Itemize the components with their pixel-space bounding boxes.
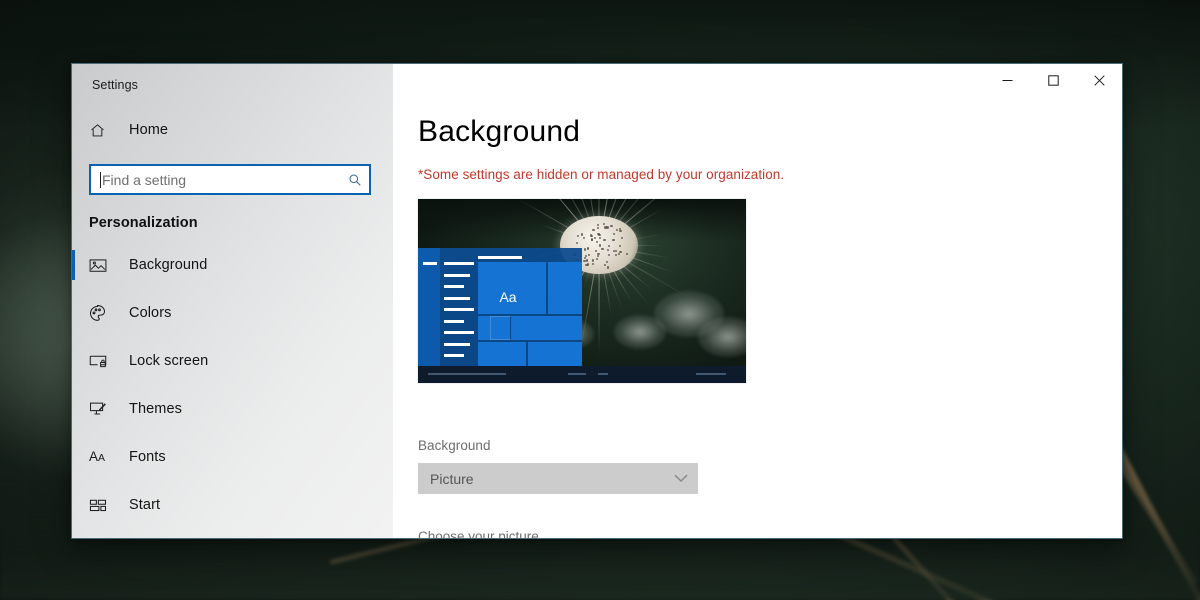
preview-seed-dot bbox=[592, 259, 594, 261]
minimize-button[interactable] bbox=[984, 64, 1030, 96]
preview-list-bar bbox=[444, 331, 474, 334]
preview-list-bar bbox=[444, 308, 474, 311]
preview-fluff bbox=[614, 315, 666, 349]
preview-tile-small-b bbox=[512, 316, 582, 340]
preview-seed-dot bbox=[612, 239, 614, 241]
picture-icon bbox=[89, 258, 115, 273]
sidebar-item-colors-label: Colors bbox=[129, 305, 172, 321]
preview-taskbar-line-d bbox=[696, 373, 726, 375]
preview-seed-dot bbox=[601, 248, 603, 250]
search-box[interactable] bbox=[89, 164, 371, 195]
palette-icon bbox=[89, 305, 115, 322]
preview-rail-bar bbox=[423, 262, 437, 265]
chevron-down-icon bbox=[674, 474, 688, 483]
settings-sidebar: Settings Home Find a setting Personaliza… bbox=[72, 64, 393, 538]
org-policy-warning: *Some settings are hidden or managed by … bbox=[418, 167, 1122, 182]
sidebar-item-background-label: Background bbox=[129, 257, 207, 273]
search-container bbox=[72, 154, 393, 203]
sidebar-item-lock-screen-label: Lock screen bbox=[129, 353, 208, 369]
preview-list-bar bbox=[444, 354, 464, 357]
preview-seed-dot bbox=[606, 226, 608, 228]
preview-start-rail bbox=[418, 248, 440, 366]
sidebar-item-fonts-label: Fonts bbox=[129, 449, 166, 465]
close-button[interactable] bbox=[1076, 64, 1122, 96]
home-icon bbox=[89, 122, 115, 139]
preview-taskbar bbox=[418, 366, 746, 383]
preview-seed-dot bbox=[585, 255, 587, 257]
preview-tile-small-c bbox=[478, 342, 526, 366]
preview-seed-dot bbox=[587, 263, 589, 265]
preview-list-bar bbox=[444, 297, 470, 300]
maximize-button[interactable] bbox=[1030, 64, 1076, 96]
choose-picture-label: Choose your picture bbox=[418, 529, 1122, 538]
preview-seed-dot bbox=[581, 233, 583, 235]
sidebar-item-themes-label: Themes bbox=[129, 401, 182, 417]
sidebar-item-background[interactable]: Background bbox=[72, 241, 393, 289]
page-title: Background bbox=[418, 117, 1122, 147]
preview-tile-right bbox=[548, 262, 582, 314]
preview-seed-dot bbox=[626, 253, 628, 255]
preview-seed-dot bbox=[604, 264, 606, 266]
start-tiles-icon bbox=[89, 498, 115, 513]
lock-screen-icon bbox=[89, 354, 115, 369]
content-inner: Background *Some settings are hidden or … bbox=[393, 64, 1122, 538]
fonts-aa-icon: AA bbox=[89, 450, 115, 464]
preview-seed-dot bbox=[610, 225, 612, 227]
preview-seed-dot bbox=[597, 253, 599, 255]
settings-window: Settings Home Find a setting Personaliza… bbox=[71, 63, 1123, 539]
window-title: Settings bbox=[92, 78, 138, 92]
preview-seed-dot bbox=[587, 248, 589, 250]
window-title-bar: Settings bbox=[72, 64, 393, 106]
preview-list-bar bbox=[444, 274, 470, 277]
preview-seed-dot bbox=[584, 257, 586, 259]
sidebar-item-start[interactable]: Start bbox=[72, 481, 393, 529]
preview-seed-dot bbox=[603, 223, 605, 225]
settings-content: Background *Some settings are hidden or … bbox=[393, 64, 1122, 538]
sidebar-item-home[interactable]: Home bbox=[72, 106, 393, 154]
background-type-value: Picture bbox=[430, 471, 474, 487]
preview-list-bar bbox=[444, 285, 464, 288]
window-controls bbox=[984, 64, 1122, 96]
preview-list-bar bbox=[444, 343, 470, 346]
sidebar-section-heading: Personalization bbox=[72, 203, 393, 241]
preview-list-bar bbox=[444, 262, 474, 265]
preview-seed-dot bbox=[599, 244, 601, 246]
sidebar-item-start-label: Start bbox=[129, 497, 160, 513]
preview-seed-dot bbox=[597, 233, 599, 235]
preview-tile-aa-label: Aa bbox=[478, 276, 538, 318]
preview-seed-dot bbox=[597, 224, 599, 226]
sidebar-item-home-label: Home bbox=[129, 122, 168, 138]
search-icon[interactable] bbox=[341, 173, 369, 187]
preview-tile-outline bbox=[490, 316, 512, 340]
background-type-dropdown[interactable]: Picture bbox=[418, 463, 698, 494]
search-input[interactable] bbox=[101, 166, 341, 193]
preview-tile-group-bar bbox=[478, 256, 522, 259]
preview-seed-dot bbox=[584, 248, 586, 250]
preview-list-bar bbox=[444, 320, 464, 323]
sidebar-item-lock-screen[interactable]: Lock screen bbox=[72, 337, 393, 385]
sidebar-item-fonts[interactable]: AA Fonts bbox=[72, 433, 393, 481]
background-field-label: Background bbox=[418, 438, 1122, 453]
sidebar-item-themes[interactable]: Themes bbox=[72, 385, 393, 433]
sidebar-item-colors[interactable]: Colors bbox=[72, 289, 393, 337]
preview-taskbar-line-a bbox=[428, 373, 506, 375]
themes-brush-icon bbox=[89, 401, 115, 417]
preview-taskbar-line-c bbox=[598, 373, 608, 375]
preview-seed-dot bbox=[607, 266, 609, 268]
background-preview: Aa bbox=[418, 199, 746, 383]
preview-taskbar-line-b bbox=[568, 373, 586, 375]
preview-tile-small-d bbox=[528, 342, 582, 366]
preview-start-menu: Aa bbox=[418, 248, 582, 366]
preview-seed-dot bbox=[618, 253, 620, 255]
